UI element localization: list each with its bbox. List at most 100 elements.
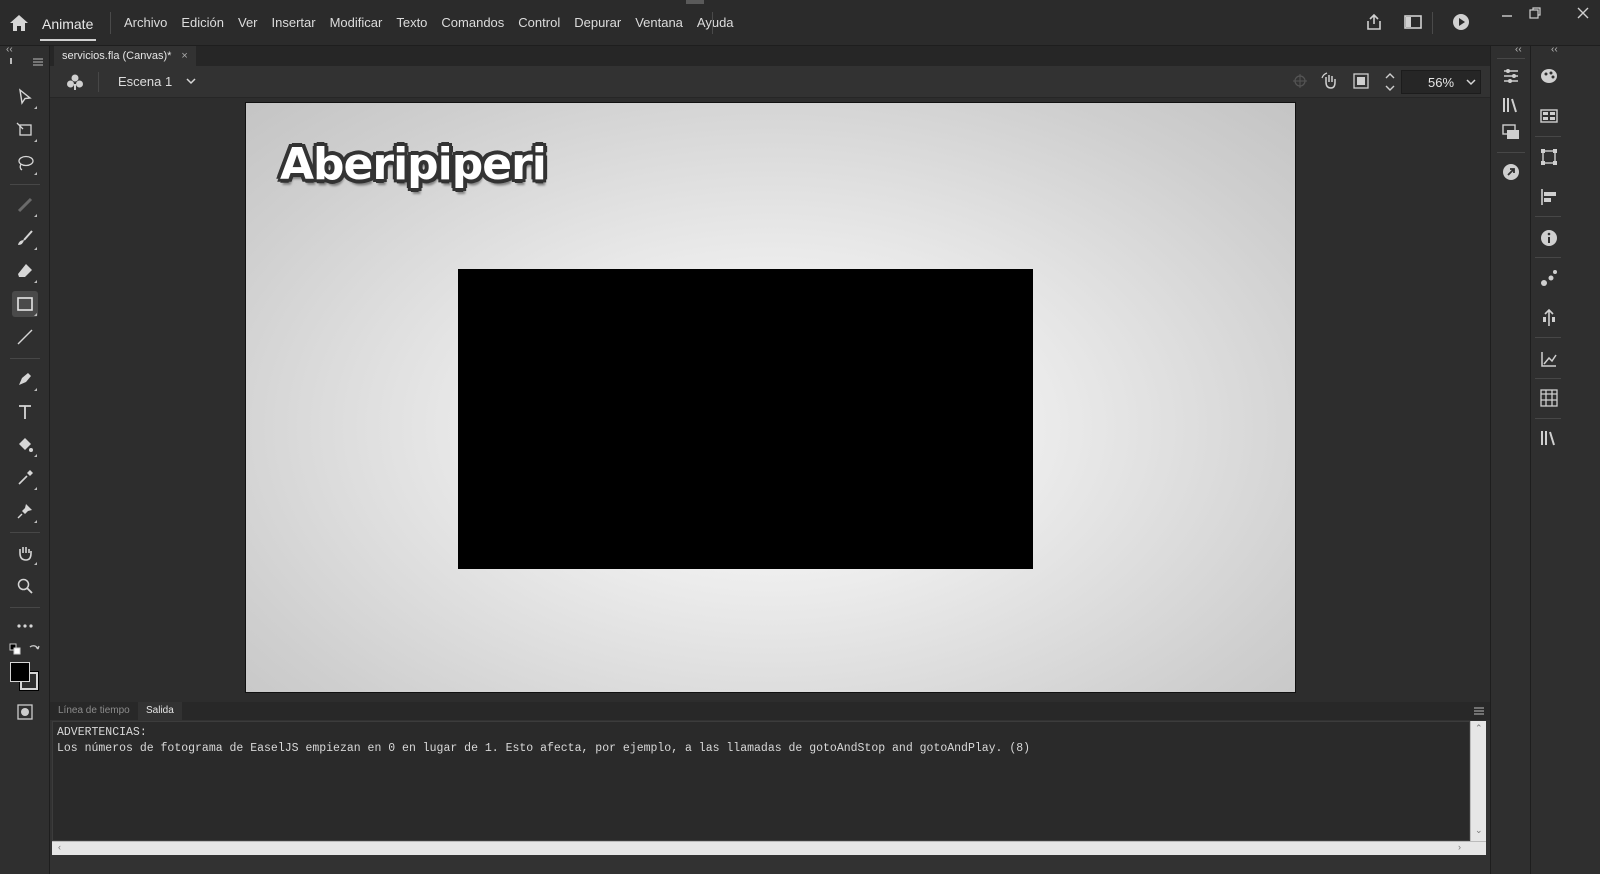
color-palette-icon[interactable] (1539, 66, 1559, 86)
panel-grip-icon[interactable] (10, 58, 12, 64)
edit-symbols-icon[interactable] (66, 73, 84, 91)
brush-tool-icon[interactable] (12, 225, 38, 251)
default-colors-icon[interactable] (9, 643, 21, 655)
menu-texto[interactable]: Texto (396, 15, 427, 30)
menubar-separator (712, 12, 713, 34)
app-name: Animate (42, 16, 94, 32)
paint-bucket-tool-icon[interactable] (12, 432, 38, 458)
pin-tool-icon[interactable] (12, 498, 38, 524)
hand-tool-icon[interactable] (12, 540, 38, 566)
code-snippets-icon[interactable] (1539, 308, 1559, 328)
horizontal-scrollbar[interactable]: ‹ › (52, 841, 1486, 855)
info-icon[interactable] (1539, 228, 1559, 248)
components-icon[interactable] (1539, 268, 1559, 288)
dock-separator (1535, 136, 1561, 137)
properties-icon[interactable] (1501, 66, 1521, 86)
scroll-down-icon[interactable]: ⌄ (1475, 825, 1483, 836)
menu-ayuda[interactable]: Ayuda (697, 15, 734, 30)
menu-control[interactable]: Control (518, 15, 560, 30)
transform-icon[interactable] (1539, 147, 1559, 167)
output-line: ADVERTENCIAS: (57, 726, 147, 739)
zoom-tool-icon[interactable] (12, 573, 38, 599)
align-icon[interactable] (1539, 187, 1559, 207)
object-drawing-icon[interactable] (17, 704, 33, 720)
app-name-underline (40, 39, 96, 41)
swap-colors-icon[interactable] (28, 643, 40, 655)
minimize-icon[interactable] (1500, 6, 1514, 20)
dock-separator (1535, 418, 1561, 419)
lasso-tool-icon[interactable] (12, 150, 38, 176)
pasteboard[interactable]: Aberipiperi (50, 98, 1490, 702)
main-menu: Archivo Edición Ver Insertar Modificar T… (124, 15, 748, 30)
tab-output[interactable]: Salida (138, 702, 182, 720)
eyedropper-tool-icon[interactable] (12, 465, 38, 491)
black-rectangle[interactable] (458, 269, 1033, 569)
tools-panel: ‹‹ (0, 44, 50, 874)
test-movie-icon[interactable] (1451, 12, 1471, 32)
toolbar-separator (10, 184, 40, 185)
menu-depurar[interactable]: Depurar (574, 15, 621, 30)
menu-edicion[interactable]: Edición (181, 15, 224, 30)
stroke-color-swatch[interactable] (10, 662, 30, 682)
line-tool-icon[interactable] (12, 324, 38, 350)
movie-explorer-icon[interactable] (1539, 388, 1559, 408)
eraser-tool-icon[interactable] (12, 258, 38, 284)
menubar-separator (110, 12, 111, 34)
share-icon[interactable] (1364, 12, 1384, 32)
tab-timeline[interactable]: Línea de tiempo (50, 702, 138, 720)
zoom-value: 56% (1427, 74, 1455, 90)
more-tools-icon[interactable] (12, 613, 38, 639)
dock-separator (1535, 378, 1561, 379)
motion-presets-icon[interactable] (1501, 162, 1521, 182)
menu-ver[interactable]: Ver (238, 15, 258, 30)
menu-modificar[interactable]: Modificar (330, 15, 383, 30)
edit-bar: Escena 1 56% (50, 66, 1490, 98)
menu-archivo[interactable]: Archivo (124, 15, 167, 30)
menu-ventana[interactable]: Ventana (635, 15, 683, 30)
dock-separator (1497, 58, 1525, 59)
close-icon[interactable] (1576, 6, 1590, 20)
panel-menu-icon[interactable] (1474, 707, 1484, 715)
rectangle-tool-icon[interactable] (12, 291, 38, 317)
collapse-chevron-icon[interactable]: ‹‹ (1551, 44, 1558, 55)
logo-text[interactable]: Aberipiperi (280, 139, 547, 190)
right-panel-dock-1: ‹‹ (1490, 44, 1530, 874)
zoom-stepper-icon[interactable] (1384, 71, 1396, 93)
collapse-chevron-icon[interactable]: ‹‹ (6, 44, 13, 55)
swatches-icon[interactable] (1539, 106, 1559, 126)
selection-tool-icon[interactable] (12, 84, 38, 110)
output-panel: Línea de tiempo Salida ADVERTENCIAS: Los … (50, 702, 1490, 874)
drag-strip[interactable] (686, 0, 704, 4)
menu-comandos[interactable]: Comandos (441, 15, 504, 30)
assets-icon[interactable] (1501, 122, 1521, 142)
library-icon[interactable] (1501, 95, 1521, 115)
bone-tool-icon[interactable] (12, 192, 38, 218)
document-tab[interactable]: servicios.fla (Canvas)* × (54, 46, 196, 66)
free-transform-tool-icon[interactable] (12, 117, 38, 143)
vertical-scrollbar[interactable]: ⌃ ⌄ (1470, 721, 1486, 841)
text-tool-icon[interactable] (12, 399, 38, 425)
close-tab-icon[interactable]: × (181, 46, 187, 66)
home-icon[interactable] (8, 13, 30, 33)
zoom-chevron-down-icon[interactable] (1466, 78, 1476, 86)
menu-insertar[interactable]: Insertar (272, 15, 316, 30)
menubar: Animate Archivo Edición Ver Insertar Mod… (0, 0, 1600, 46)
collapse-chevron-icon[interactable]: ‹‹ (1515, 44, 1522, 55)
scroll-left-icon[interactable]: ‹ (58, 842, 61, 852)
stage[interactable]: Aberipiperi (245, 102, 1296, 693)
panel-menu-icon[interactable] (33, 58, 43, 66)
chevron-down-icon[interactable] (186, 77, 196, 85)
scroll-up-icon[interactable]: ⌃ (1475, 723, 1483, 734)
document-tab-title: servicios.fla (Canvas)* (62, 50, 172, 62)
workspace-icon[interactable] (1403, 12, 1423, 32)
rotate-stage-icon[interactable] (1321, 72, 1339, 90)
scene-name[interactable]: Escena 1 (118, 74, 172, 89)
output-text[interactable]: ADVERTENCIAS: Los números de fotograma de… (52, 721, 1470, 841)
pen-tool-icon[interactable] (12, 366, 38, 392)
libraries-icon[interactable] (1539, 428, 1559, 448)
scroll-right-icon[interactable]: › (1458, 842, 1461, 852)
center-stage-icon (1293, 74, 1307, 88)
clip-content-icon[interactable] (1353, 73, 1369, 89)
motion-editor-icon[interactable] (1539, 349, 1559, 369)
restore-icon[interactable] (1528, 6, 1542, 20)
